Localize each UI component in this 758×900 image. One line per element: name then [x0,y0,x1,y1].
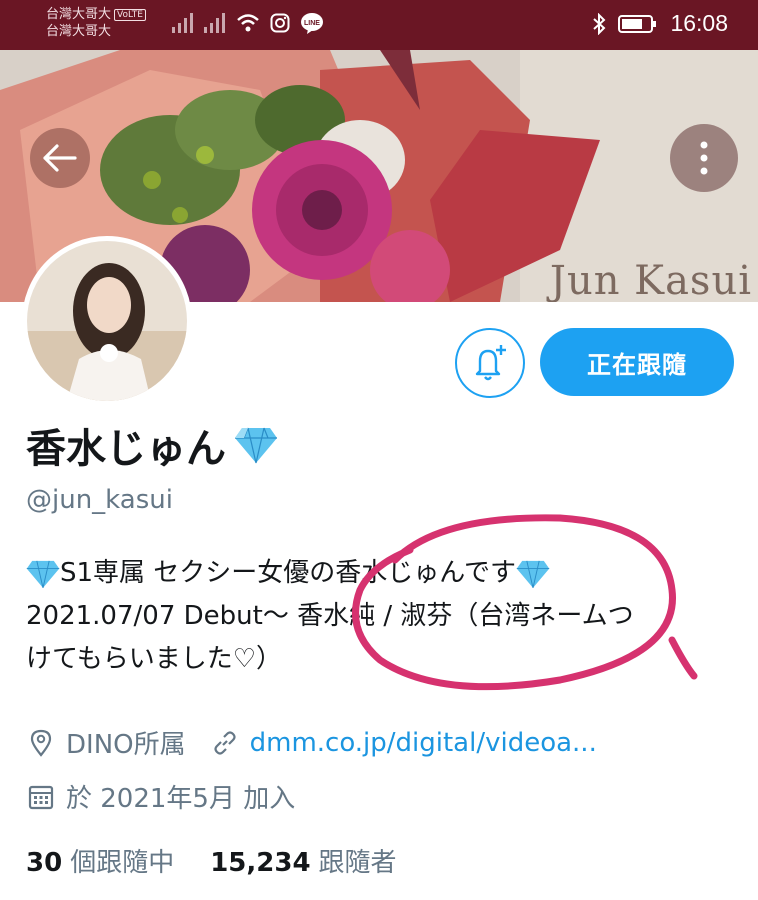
followers-stat[interactable]: 15,234 跟隨者 [210,842,396,879]
following-count: 30 [26,848,63,878]
website-link[interactable]: dmm.co.jp/digital/videoa... [250,728,597,758]
follow-stats: 30 個跟隨中 15,234 跟隨者 [26,842,397,879]
line-app-icon: LINE [301,13,323,34]
diamond-icon [235,427,277,464]
banner-overlay-text: Jun Kasui [549,258,752,302]
status-bar: 台灣大哥大 VoLTE 台灣大哥大 LINE 16:08 [0,0,758,50]
signal-icon-2 [204,13,225,33]
bio: S1専属 セクシー女優の香水じゅんです 2021.07/07 Debut〜 香水… [26,552,738,681]
more-vertical-icon [700,141,708,175]
battery-icon [618,14,657,33]
joined-date: 於 2021年5月 加入 [66,784,296,814]
location-text: DINO所属 [66,730,186,760]
instagram-icon [270,13,290,33]
clock-time: 16:08 [670,10,728,36]
bluetooth-icon [593,12,606,35]
arrow-left-icon [43,144,77,172]
avatar[interactable] [22,236,192,406]
notifications-button[interactable] [455,328,525,398]
status-icons-right: 16:08 [592,10,728,37]
signal-icon [172,13,193,33]
profile-meta-location-website: DINO所属 dmm.co.jp/digital/videoa... [26,724,597,761]
followers-count: 15,234 [210,848,311,878]
carrier-1: 台灣大哥大 [46,7,112,22]
avatar-photo [27,241,187,401]
following-button[interactable]: 正在跟隨 [540,328,734,396]
display-name: 香水じゅん [26,416,278,474]
bio-line-3: けてもらいました♡） [26,644,283,674]
carrier-2: 台灣大哥大 [46,24,112,39]
user-handle: @jun_kasui [26,485,173,515]
status-icons-left: LINE [172,12,324,34]
wifi-icon [237,14,259,32]
more-options-button[interactable] [670,124,738,192]
location-pin-icon [26,728,56,758]
back-button[interactable] [30,128,90,188]
bell-plus-icon [475,345,506,381]
bio-line-1: S1専属 セクシー女優の香水じゅんです [60,558,517,588]
display-name-text: 香水じゅん [26,426,226,472]
followers-label: 跟隨者 [318,848,397,878]
following-label: 個跟隨中 [70,848,175,878]
link-icon [210,728,240,758]
following-stat[interactable]: 30 個跟隨中 [26,842,174,879]
diamond-icon [26,560,60,588]
profile-meta-joined: 於 2021年5月 加入 [26,778,295,815]
carrier-info: 台灣大哥大 VoLTE 台灣大哥大 [46,6,146,40]
volte-badge: VoLTE [114,9,146,21]
diamond-icon [516,560,550,588]
bio-line-1-row: S1専属 セクシー女優の香水じゅんです [26,552,738,595]
calendar-icon [26,782,56,812]
bio-line-2: 2021.07/07 Debut〜 香水純 / 淑芬（台湾ネームつ [26,601,634,631]
line-app-label: LINE [304,20,320,27]
